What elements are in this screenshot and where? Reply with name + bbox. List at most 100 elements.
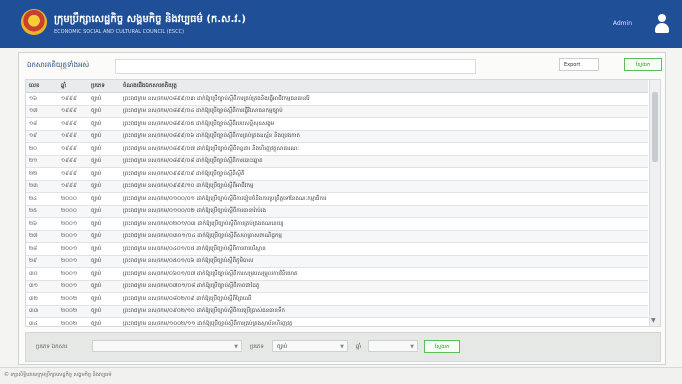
row-type: ច្បាប់ (88, 142, 120, 156)
row-number: ៣០ (26, 267, 58, 281)
row-type: ច្បាប់ (88, 192, 120, 206)
table-row[interactable]: ៣៣ ២០០២ ច្បាប់ ព្រះរាជក្រម នស/រកម/០៩០២/១០ ដ… (26, 305, 648, 318)
user-icon[interactable] (654, 14, 670, 34)
row-type: ច្បាប់ (88, 167, 120, 181)
column-header-title[interactable]: ចំណងជើងឯកសារគតិយុត្ត (120, 80, 648, 93)
table-row[interactable]: ២៦ ២០០១ ច្បាប់ ព្រះរាជក្រម នស/រកម/០២០១/០៣ ដ… (26, 217, 648, 231)
row-number: ១៧ (26, 105, 58, 118)
table-row[interactable]: ៣១ ២០០១ ច្បាប់ ព្រះរាជក្រម នស/រកម/០៧០១/០៨ ដ… (26, 280, 648, 293)
row-type: ច្បាប់ (88, 92, 120, 106)
scrollbar-thumb[interactable] (652, 92, 658, 162)
row-year: ២០០២ (58, 292, 88, 306)
filter-input[interactable] (115, 59, 476, 74)
row-type: ច្បាប់ (88, 217, 120, 231)
document-type-select[interactable]: ▼ (92, 340, 242, 352)
year-select[interactable]: ▼ (368, 340, 418, 352)
table-row[interactable]: ១៧ ១៩៩៩ ច្បាប់ ព្រះរាជក្រម នស/រកម/០៨៩៩/០៤ ដ… (26, 105, 648, 118)
row-number: ៣៣ (26, 305, 58, 318)
table-row[interactable]: ២៨ ២០០១ ច្បាប់ ព្រះរាជក្រម នស/រកម/០៤០១/០៥ ដ… (26, 242, 648, 256)
row-title[interactable]: ព្រះរាជក្រម នស/រកម/០៤០១/០៥ ដាក់ឱ្យប្រើច្… (120, 242, 648, 256)
row-type: ច្បាប់ (88, 317, 120, 326)
user-name[interactable]: Admin (613, 20, 632, 27)
row-year: ២០០១ (58, 242, 88, 256)
table-row[interactable]: ២៣ ១៩៩៩ ច្បាប់ ព្រះរាជក្រម នស/រកម/០៩៩៩/១០ ដ… (26, 180, 648, 193)
row-title[interactable]: ព្រះរាជក្រម នស/រកម/០៩៩៩/១០ ដាក់ឱ្យប្រើច្… (120, 180, 648, 193)
app-title: ក្រុមប្រឹក្សាសេដ្ឋកិច្ច សង្គមកិច្ច និងវប… (54, 14, 246, 25)
table-row[interactable]: ២៤ ២០០០ ច្បាប់ ព្រះរាជក្រម នស/រកម/០១០០/០១ ដ… (26, 192, 648, 206)
filter-bar: ប្រភេទ ឯកសារ ▼ ប្រភេទ ច្បាប់ ▼ ឆ្នាំ ▼ ស… (25, 332, 661, 362)
category-label: ប្រភេទ (250, 344, 264, 350)
row-number: ២០ (26, 142, 58, 156)
row-year: ២០០២ (58, 305, 88, 318)
row-year: ១៩៩៩ (58, 92, 88, 106)
row-type: ច្បាប់ (88, 280, 120, 293)
row-title[interactable]: ព្រះរាជក្រម នស/រកម/០៦០១/០៧ ដាក់ឱ្យប្រើច្… (120, 267, 648, 281)
row-title[interactable]: ព្រះរាជក្រម នស/រកម/០២០១/០៣ ដាក់ឱ្យប្រើច្… (120, 217, 648, 231)
table-header-row: លេខ ឆ្នាំ ប្រភេទ ចំណងជើងឯកសារគតិយុត្ត (26, 80, 648, 93)
export-select[interactable]: Export (559, 58, 599, 71)
escc-logo-icon (21, 9, 47, 35)
filter-submit-button[interactable]: ស្វែងរក (424, 340, 460, 353)
table-row[interactable]: ២៥ ២០០០ ច្បាប់ ព្រះរាជក្រម នស/រកម/០១០០/០២ ដ… (26, 205, 648, 218)
table-row[interactable]: ២០ ១៩៩៩ ច្បាប់ ព្រះរាជក្រម នស/រកម/០៨៩៩/០៧ ដ… (26, 142, 648, 156)
table-row[interactable]: ២១ ១៩៩៩ ច្បាប់ ព្រះរាជក្រម នស/រកម/០៨៩៩/០៨ ដ… (26, 155, 648, 168)
row-type: ច្បាប់ (88, 105, 120, 118)
row-title[interactable]: ព្រះរាជក្រម នស/រកម/១០០២/១១ ដាក់ឱ្យប្រើច្… (120, 317, 648, 326)
row-number: ៣២ (26, 292, 58, 306)
row-type: ច្បាប់ (88, 292, 120, 306)
column-header-number[interactable]: លេខ (26, 80, 58, 93)
row-title[interactable]: ព្រះរាជក្រម នស/រកម/០១០០/០១ ដាក់ឱ្យប្រើច្… (120, 192, 648, 206)
year-label: ឆ្នាំ (356, 344, 362, 350)
column-header-year[interactable]: ឆ្នាំ (58, 80, 88, 93)
row-title[interactable]: ព្រះរាជក្រម នស/រកម/០៨៩៩/០៦ ដាក់ឱ្យប្រើច្… (120, 130, 648, 143)
table-row[interactable]: ៣២ ២០០២ ច្បាប់ ព្រះរាជក្រម នស/រកម/០៨០២/០៩ ដ… (26, 292, 648, 306)
row-year: ១៩៩៩ (58, 180, 88, 193)
category-select[interactable]: ច្បាប់ ▼ (272, 340, 348, 352)
row-type: ច្បាប់ (88, 255, 120, 268)
row-year: ២០០១ (58, 230, 88, 243)
table-row[interactable]: ២៧ ២០០១ ច្បាប់ ព្រះរាជក្រម នស/រកម/០៣០១/០៤ ដ… (26, 230, 648, 243)
row-title[interactable]: ព្រះរាជក្រម នស/រកម/០៨៩៩/០៣ ដាក់ឱ្យប្រើច្… (120, 92, 648, 106)
table-row[interactable]: ២២ ១៩៩៩ ច្បាប់ ព្រះរាជក្រម នស/រកម/០៩៩៩/០៩ ដ… (26, 167, 648, 181)
footer: © រក្សាសិទ្ធិដោយក្រុមប្រឹក្សាសេដ្ឋកិច្ច … (0, 367, 682, 384)
table-row[interactable]: ១៨ ១៩៩៩ ច្បាប់ ព្រះរាជក្រម នស/រកម/០៨៩៩/០៥ ដ… (26, 117, 648, 131)
row-title[interactable]: ព្រះរាជក្រម នស/រកម/០៩០២/១០ ដាក់ឱ្យប្រើច្… (120, 305, 648, 318)
row-number: ៣៤ (26, 317, 58, 326)
row-type: ច្បាប់ (88, 130, 120, 143)
row-year: ២០០១ (58, 267, 88, 281)
row-title[interactable]: ព្រះរាជក្រម នស/រកម/០៣០១/០៤ ដាក់ឱ្យប្រើច្… (120, 230, 648, 243)
search-button[interactable]: ស្វែងរក (624, 58, 662, 71)
row-title[interactable]: ព្រះរាជក្រម នស/រកម/០៨៩៩/០៨ ដាក់ឱ្យប្រើច្… (120, 155, 648, 168)
document-type-label: ប្រភេទ ឯកសារ (36, 344, 68, 350)
table-scrollbar[interactable]: ▼ (649, 80, 660, 326)
row-title[interactable]: ព្រះរាជក្រម នស/រកម/០១០០/០២ ដាក់ឱ្យប្រើច្… (120, 205, 648, 218)
row-type: ច្បាប់ (88, 117, 120, 131)
column-header-type[interactable]: ប្រភេទ (88, 80, 120, 93)
chevron-down-icon: ▼ (410, 344, 414, 350)
footer-text: © រក្សាសិទ្ធិដោយក្រុមប្រឹក្សាសេដ្ឋកិច្ច … (4, 372, 112, 378)
row-title[interactable]: ព្រះរាជក្រម នស/រកម/០៨៩៩/០៥ ដាក់ឱ្យប្រើច្… (120, 117, 648, 131)
row-number: ៣១ (26, 280, 58, 293)
scroll-down-icon[interactable]: ▼ (651, 317, 656, 324)
row-year: ១៩៩៩ (58, 105, 88, 118)
row-title[interactable]: ព្រះរាជក្រម នស/រកម/០៨៩៩/០៧ ដាក់ឱ្យប្រើច្… (120, 142, 648, 156)
row-number: ២២ (26, 167, 58, 181)
app-subtitle: ECONOMIC SOCIAL AND CULTURAL COUNCIL (ES… (54, 29, 185, 35)
table-row[interactable]: ២៩ ២០០១ ច្បាប់ ព្រះរាជក្រម នស/រកម/០៥០១/០៦ ដ… (26, 255, 648, 268)
row-type: ច្បាប់ (88, 242, 120, 256)
row-title[interactable]: ព្រះរាជក្រម នស/រកម/០៥០១/០៦ ដាក់ឱ្យប្រើច្… (120, 255, 648, 268)
table-row[interactable]: ៣០ ២០០១ ច្បាប់ ព្រះរាជក្រម នស/រកម/០៦០១/០៧ ដ… (26, 267, 648, 281)
row-number: ២៣ (26, 180, 58, 193)
row-year: ២០០១ (58, 217, 88, 231)
table-row[interactable]: ៣៤ ២០០២ ច្បាប់ ព្រះរាជក្រម នស/រកម/១០០២/១១ ដ… (26, 317, 648, 326)
row-title[interactable]: ព្រះរាជក្រម នស/រកម/០៨០២/០៩ ដាក់ឱ្យប្រើច្… (120, 292, 648, 306)
row-year: ២០០០ (58, 192, 88, 206)
row-type: ច្បាប់ (88, 305, 120, 318)
row-type: ច្បាប់ (88, 267, 120, 281)
table-row[interactable]: ១៦ ១៩៩៩ ច្បាប់ ព្រះរាជក្រម នស/រកម/០៨៩៩/០៣ ដ… (26, 92, 648, 106)
row-title[interactable]: ព្រះរាជក្រម នស/រកម/០៧០១/០៨ ដាក់ឱ្យប្រើច្… (120, 280, 648, 293)
row-title[interactable]: ព្រះរាជក្រម នស/រកម/០៨៩៩/០៤ ដាក់ឱ្យប្រើច្… (120, 105, 648, 118)
row-year: ១៩៩៩ (58, 130, 88, 143)
table-row[interactable]: ១៩ ១៩៩៩ ច្បាប់ ព្រះរាជក្រម នស/រកម/០៨៩៩/០៦ ដ… (26, 130, 648, 143)
row-title[interactable]: ព្រះរាជក្រម នស/រកម/០៩៩៩/០៩ ដាក់ឱ្យប្រើច្… (120, 167, 648, 181)
